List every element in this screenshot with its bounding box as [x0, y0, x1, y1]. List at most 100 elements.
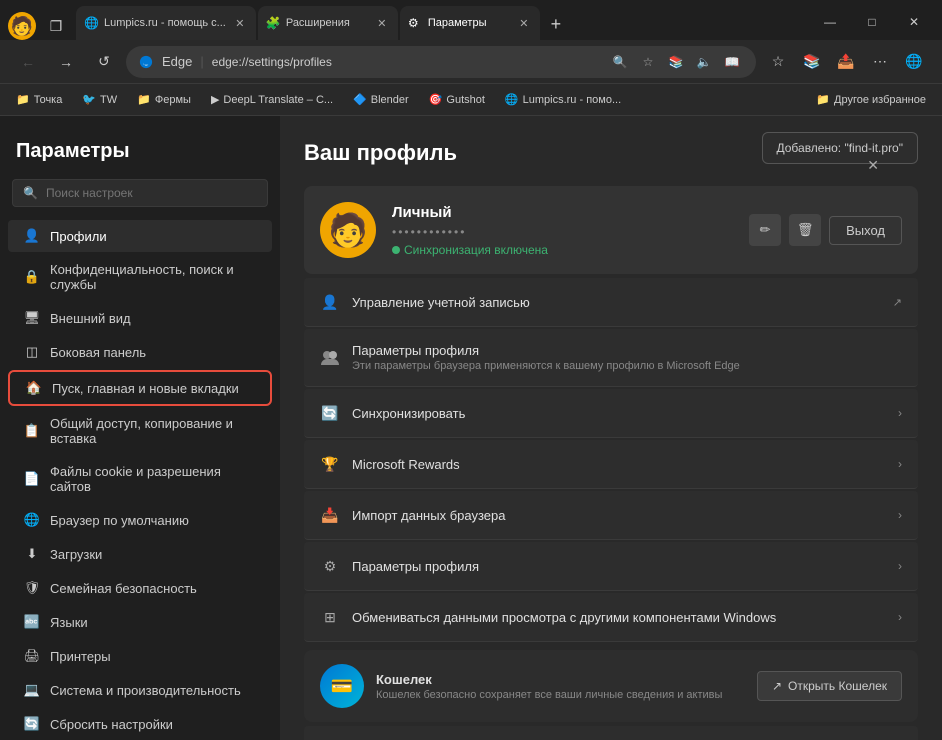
profile-edit-button[interactable]: ✏ — [749, 214, 781, 246]
wallet-open-button[interactable]: ↗ Открыть Кошелек — [757, 671, 902, 701]
new-tab-button[interactable]: + — [542, 10, 570, 38]
profile-settings-info-text: Параметры профиля Эти параметры браузера… — [352, 343, 902, 372]
bookmark-deepl[interactable]: ▶ DeepL Translate – С... — [203, 91, 341, 108]
tab-close-lumpics[interactable]: ✕ — [232, 15, 248, 31]
sidebar-item-printers[interactable]: 🖨 Принтеры — [8, 640, 272, 672]
minimize-button[interactable]: — — [810, 8, 850, 36]
edge-account-button[interactable]: 🌐 — [898, 46, 930, 78]
immersive-reader-button[interactable]: 📖 — [720, 50, 744, 74]
downloads-icon: ⬇ — [24, 546, 40, 562]
back-button[interactable]: ← — [12, 46, 44, 78]
maximize-button[interactable]: □ — [852, 8, 892, 36]
bookmark-lumpics[interactable]: 🌐 Lumpics.ru - помо... — [497, 91, 629, 108]
settings-manage-account[interactable]: 👤 Управление учетной записью ↗ — [304, 278, 918, 327]
import-arrow-icon: › — [898, 508, 902, 522]
wallet-title: Кошелек — [376, 672, 745, 687]
tab-extensions[interactable]: 🧩 Расширения ✕ — [258, 6, 398, 40]
sidebar-item-sharing-label: Общий доступ, копирование и вставка — [50, 416, 256, 446]
profile-settings-info-title: Параметры профиля — [352, 343, 902, 358]
profile-delete-button[interactable]: 🗑 — [789, 214, 821, 246]
tab-lumpics[interactable]: 🌐 Lumpics.ru - помощь с... ✕ — [76, 6, 256, 40]
bookmark-other[interactable]: 📁 Другое избранное — [808, 91, 934, 108]
settings-search-box[interactable]: 🔍 — [12, 179, 268, 207]
sidebar-item-privacy[interactable]: 🔒 Конфиденциальность, поиск и службы — [8, 254, 272, 300]
profile-name: Личный — [392, 204, 733, 221]
bookmark-blender[interactable]: 🔷 Blender — [345, 91, 417, 108]
bookmark-fermy[interactable]: 📁 Фермы — [129, 91, 199, 108]
tab-favicon-settings: ⚙ — [408, 16, 422, 30]
sidebar-item-default-browser[interactable]: 🌐 Браузер по умолчанию — [8, 504, 272, 536]
system-icon: 💻 — [24, 682, 40, 698]
sync-dot — [392, 246, 400, 254]
sidebar-item-family[interactable]: 🛡 Семейная безопасность — [8, 572, 272, 604]
sidebar-item-reset[interactable]: 🔄 Сбросить настройки — [8, 708, 272, 740]
bookmark-deepl-icon: ▶ — [211, 93, 219, 106]
collections-nav-button[interactable]: 📚 — [796, 46, 828, 78]
tab-settings[interactable]: ⚙ Параметры ✕ — [400, 6, 540, 40]
settings-payment[interactable]: 💳 Сведения об оплате ↗ — [304, 726, 918, 740]
added-notification-close[interactable]: ✕ — [853, 149, 893, 182]
sidebar-item-sidebar-panel[interactable]: ◫ Боковая панель — [8, 336, 272, 368]
refresh-button[interactable]: ↺ — [88, 46, 120, 78]
settings-profile-params[interactable]: ⚙ Параметры профиля › — [304, 542, 918, 591]
window-controls: — □ ✕ — [810, 8, 934, 36]
manage-account-external-icon: ↗ — [893, 296, 902, 309]
bookmark-tochka[interactable]: 📁 Точка — [8, 91, 70, 108]
bookmark-blender-label: Blender — [371, 94, 409, 106]
settings-sync[interactable]: 🔄 Синхронизировать › — [304, 389, 918, 438]
search-address-button[interactable]: 🔍 — [608, 50, 632, 74]
sidebar-item-defaultbrowser-label: Браузер по умолчанию — [50, 513, 189, 528]
bookmark-gutshot[interactable]: 🎯 Gutshot — [421, 91, 493, 108]
windows-icon: ⊞ — [320, 607, 340, 627]
favorites-panel-button[interactable]: ☆ — [762, 46, 794, 78]
forward-button[interactable]: → — [50, 46, 82, 78]
wallet-btn-label: Открыть Кошелек — [788, 679, 887, 693]
bookmarks-bar: 📁 Точка 🐦 TW 📁 Фермы ▶ DeepL Translate –… — [0, 84, 942, 116]
tab-close-settings[interactable]: ✕ — [516, 15, 532, 31]
sync-status: Синхронизация включена — [392, 243, 733, 257]
settings-profile-settings-info[interactable]: Параметры профиля Эти параметры браузера… — [304, 329, 918, 387]
share-button[interactable]: 📤 — [830, 46, 862, 78]
bookmark-gutshot-icon: 🎯 — [429, 93, 443, 106]
sidebar-item-printers-label: Принтеры — [50, 649, 111, 664]
sidebar-item-new-tab[interactable]: 🏠 Пуск, главная и новые вкладки — [8, 370, 272, 406]
read-aloud-button[interactable]: 🔈 — [692, 50, 716, 74]
profile-settings-info-desc: Эти параметры браузера применяются к ваш… — [352, 360, 902, 372]
tab-close-extensions[interactable]: ✕ — [374, 15, 390, 31]
settings-windows[interactable]: ⊞ Обмениваться данными просмотра с други… — [304, 593, 918, 642]
manage-account-icon: 👤 — [320, 292, 340, 312]
sidebar-item-appearance[interactable]: 🖥 Внешний вид — [8, 302, 272, 334]
settings-more-button[interactable]: ⋯ — [864, 46, 896, 78]
wallet-card: 💳 Кошелек Кошелек безопасно сохраняет вс… — [304, 650, 918, 722]
bookmark-tochka-icon: 📁 — [16, 93, 30, 106]
sidebar-item-system[interactable]: 💻 Система и производительность — [8, 674, 272, 706]
sidebar-item-profiles[interactable]: 👤 Профили — [8, 220, 272, 252]
navigation-bar: ← → ↺ Edge | edge://settings/profiles 🔍 … — [0, 40, 942, 84]
address-bar[interactable]: Edge | edge://settings/profiles 🔍 ☆ 📚 🔈 … — [126, 46, 756, 78]
sidebar-item-cookies[interactable]: 📄 Файлы cookie и разрешения сайтов — [8, 456, 272, 502]
profiles-icon: 👤 — [24, 228, 40, 244]
sidebar-item-sharing[interactable]: 📋 Общий доступ, копирование и вставка — [8, 408, 272, 454]
bookmark-other-icon: 📁 — [816, 93, 830, 106]
profile-avatar-tab[interactable]: 🧑 — [8, 12, 36, 40]
settings-import[interactable]: 📥 Импорт данных браузера › — [304, 491, 918, 540]
profile-email: •••••••••••• — [392, 225, 733, 239]
profile-card: 🧑 Личный •••••••••••• Синхронизация вклю… — [304, 186, 918, 274]
bookmark-tw[interactable]: 🐦 TW — [74, 91, 125, 108]
tab-list-button[interactable]: ❐ — [42, 12, 70, 40]
close-button[interactable]: ✕ — [894, 8, 934, 36]
profile-params-arrow-icon: › — [898, 559, 902, 573]
nav-right-buttons: ☆ 📚 📤 ⋯ 🌐 — [762, 46, 930, 78]
collections-button[interactable]: 📚 — [664, 50, 688, 74]
settings-search-input[interactable] — [46, 186, 257, 200]
sidebar-item-languages[interactable]: 🔤 Языки — [8, 606, 272, 638]
sidebar-item-downloads[interactable]: ⬇ Загрузки — [8, 538, 272, 570]
settings-rewards[interactable]: 🏆 Microsoft Rewards › — [304, 440, 918, 489]
windows-title: Обмениваться данными просмотра с другими… — [352, 610, 886, 625]
main-area: Параметры 🔍 👤 Профили 🔒 Конфиденциальнос… — [0, 116, 942, 740]
bookmark-deepl-label: DeepL Translate – С... — [223, 94, 333, 106]
sync-icon: 🔄 — [320, 403, 340, 423]
profile-signout-button[interactable]: Выход — [829, 216, 902, 245]
wallet-desc: Кошелек безопасно сохраняет все ваши лич… — [376, 689, 745, 701]
favorites-button[interactable]: ☆ — [636, 50, 660, 74]
